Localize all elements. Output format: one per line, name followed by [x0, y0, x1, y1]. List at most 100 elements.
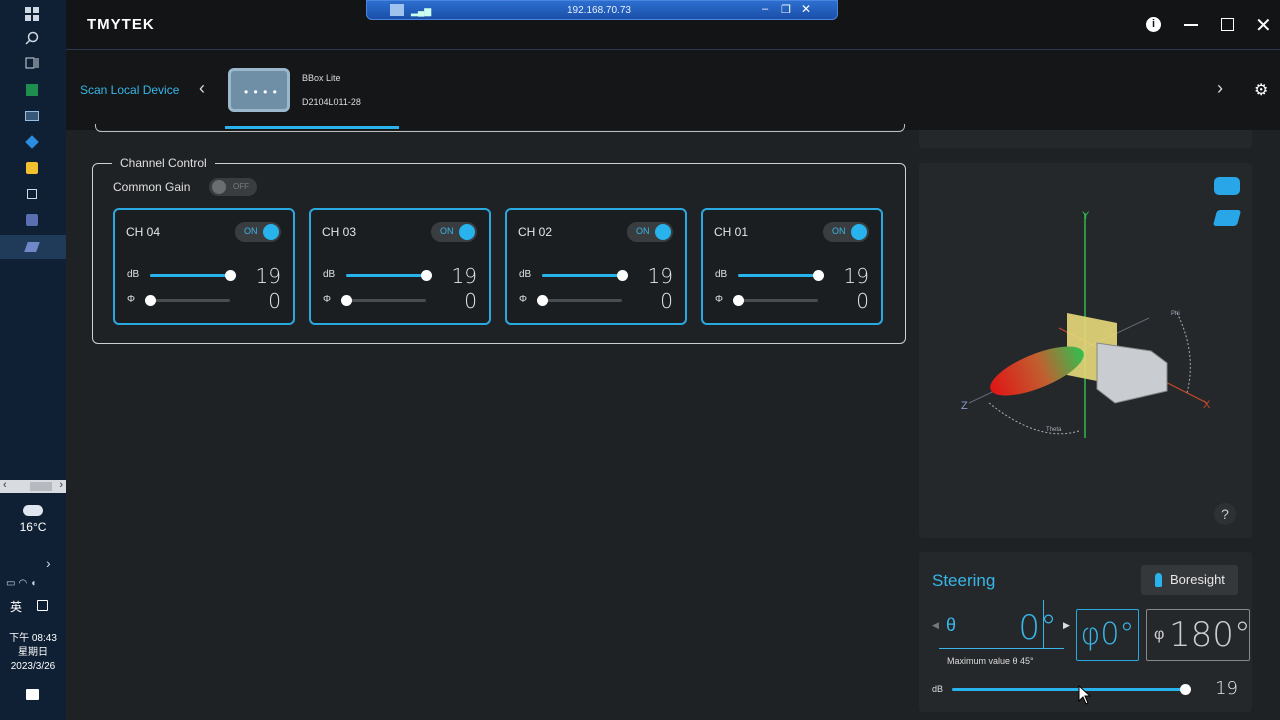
device-prev-icon[interactable]: ‹: [199, 78, 205, 99]
remote-minimize-icon[interactable]: –: [762, 3, 768, 15]
wifi-icon[interactable]: ◠: [18, 578, 30, 589]
weather-temp: 16°C: [19, 520, 47, 534]
channel-phase-value: 0: [268, 289, 281, 313]
channel-db-value: 19: [843, 264, 869, 288]
monitor-icon[interactable]: [22, 106, 42, 126]
channel-db-thumb[interactable]: [617, 270, 628, 281]
channel-db-fill: [150, 274, 230, 277]
notification-icon[interactable]: [26, 689, 39, 700]
common-gain-toggle[interactable]: OFF: [209, 178, 257, 196]
remote-restore-icon[interactable]: ❐: [781, 3, 791, 16]
app-shield-icon[interactable]: [22, 210, 42, 230]
info-icon[interactable]: i: [1146, 17, 1161, 32]
channel-db-slider[interactable]: [346, 270, 432, 281]
clock-date: 2023/3/26: [10, 661, 56, 672]
channel-phase-thumb[interactable]: [341, 295, 352, 306]
channel-db-slider[interactable]: [150, 270, 236, 281]
settings-gear-icon[interactable]: ⚙: [1254, 80, 1268, 100]
clock-time: 下午 08:43: [9, 633, 57, 644]
phi-mode-box[interactable]: φ0°: [1076, 609, 1139, 661]
channel-phase-slider[interactable]: [341, 295, 426, 306]
channel-db-fill: [542, 274, 622, 277]
device-next-icon[interactable]: ›: [1217, 78, 1223, 99]
theta-decrement-icon[interactable]: ◀: [932, 620, 939, 631]
boresight-label: Boresight: [1170, 572, 1225, 587]
channel-db-thumb[interactable]: [421, 270, 432, 281]
horizontal-scrollbar[interactable]: ‹ ›: [0, 479, 66, 493]
channel-phase-value: 0: [856, 289, 869, 313]
channel-phase-thumb[interactable]: [537, 295, 548, 306]
channel-db-value: 19: [647, 264, 673, 288]
common-gain-knob: [212, 180, 226, 194]
close-icon[interactable]: ✕: [1255, 13, 1272, 38]
channel-phase-label: Φ: [323, 294, 331, 305]
channel-db-label: dB: [127, 269, 140, 280]
channel-toggle-knob: [851, 224, 867, 240]
tmytek-app-icon[interactable]: [22, 237, 42, 257]
y-axis-label: Y: [1082, 210, 1090, 222]
channel-toggle[interactable]: ON: [823, 222, 869, 242]
steering-title: Steering: [932, 571, 996, 590]
channel-toggle[interactable]: ON: [431, 222, 477, 242]
scroll-right-icon[interactable]: ›: [59, 479, 63, 491]
common-gain-label: Common Gain: [113, 180, 191, 194]
beam-pattern-panel: Y X Z Phi Theta ?: [919, 163, 1252, 538]
pin-icon[interactable]: [390, 4, 404, 16]
maximize-icon[interactable]: [1221, 18, 1234, 31]
channel-toggle[interactable]: ON: [235, 222, 281, 242]
tmytek-app-window: TMYTEK i ✕ ▂▄▆ 192.168.70.73 – ❐ ✕ Scan …: [66, 0, 1280, 720]
channel-control-title: Channel Control: [112, 156, 215, 170]
theta-value[interactable]: 0°: [939, 608, 1057, 648]
channel-db-label: dB: [715, 269, 728, 280]
scan-local-device-link[interactable]: Scan Local Device: [80, 83, 179, 97]
channel-db-value: 19: [451, 264, 477, 288]
max-value-note: Maximum value θ 45°: [947, 656, 1034, 666]
channel-db-label: dB: [519, 269, 532, 280]
channel-phase-label: Φ: [519, 294, 527, 305]
task-view-icon[interactable]: [22, 53, 42, 73]
phi-value: 180°: [1169, 615, 1251, 655]
channel-phase-slider[interactable]: [145, 295, 230, 306]
steering-db-slider[interactable]: [952, 684, 1191, 695]
channel-db-slider[interactable]: [542, 270, 628, 281]
search-icon[interactable]: [22, 28, 42, 48]
help-button[interactable]: ?: [1214, 503, 1236, 525]
channel-phase-slider[interactable]: [733, 295, 818, 306]
scroll-left-icon[interactable]: ‹: [3, 479, 7, 491]
battery-icon[interactable]: ▭: [6, 578, 18, 589]
channel-db-thumb[interactable]: [225, 270, 236, 281]
tray-expand-icon[interactable]: ›: [46, 555, 51, 571]
channel-db-slider[interactable]: [738, 270, 824, 281]
windows-start-icon[interactable]: [22, 4, 42, 24]
clock[interactable]: 下午 08:43 星期日 2023/3/26: [0, 632, 66, 674]
channel-phase-thumb[interactable]: [733, 295, 744, 306]
channel-toggle[interactable]: ON: [627, 222, 673, 242]
device-box: [1096, 342, 1168, 404]
app-brand-logo: TMYTEK: [87, 16, 155, 33]
ime-indicator[interactable]: 英: [10, 598, 22, 615]
box-icon[interactable]: [22, 184, 42, 204]
bbox-lite-device-icon[interactable]: • • • •: [228, 68, 290, 112]
remote-close-icon[interactable]: ✕: [801, 2, 811, 16]
channel-db-thumb[interactable]: [813, 270, 824, 281]
channel-phase-thumb[interactable]: [145, 295, 156, 306]
beam-pattern-3d-view[interactable]: Y X Z Phi Theta: [919, 163, 1252, 538]
input-method-icon[interactable]: [37, 600, 48, 611]
theta-increment-icon[interactable]: ▶: [1063, 620, 1070, 631]
boresight-button[interactable]: Boresight: [1141, 565, 1238, 595]
channel-toggle-state: ON: [440, 226, 454, 236]
volume-icon[interactable]: ◖: [30, 578, 39, 589]
excel-icon[interactable]: [22, 80, 42, 100]
phi-input-box[interactable]: φ 180°: [1146, 609, 1251, 661]
channel-phase-slider[interactable]: [537, 295, 622, 306]
steering-db-thumb[interactable]: [1180, 684, 1191, 695]
channel-db-label: dB: [323, 269, 336, 280]
device-serial: D2104L011-28: [302, 97, 361, 107]
minimize-icon[interactable]: [1184, 24, 1198, 26]
channel-phase-label: Φ: [715, 294, 723, 305]
app-yellow-icon[interactable]: [22, 158, 42, 178]
app-blue-cube-icon[interactable]: [22, 132, 42, 152]
steering-db-value: 19: [1215, 678, 1238, 699]
channel-db-fill: [738, 274, 818, 277]
scroll-thumb[interactable]: [30, 482, 52, 491]
